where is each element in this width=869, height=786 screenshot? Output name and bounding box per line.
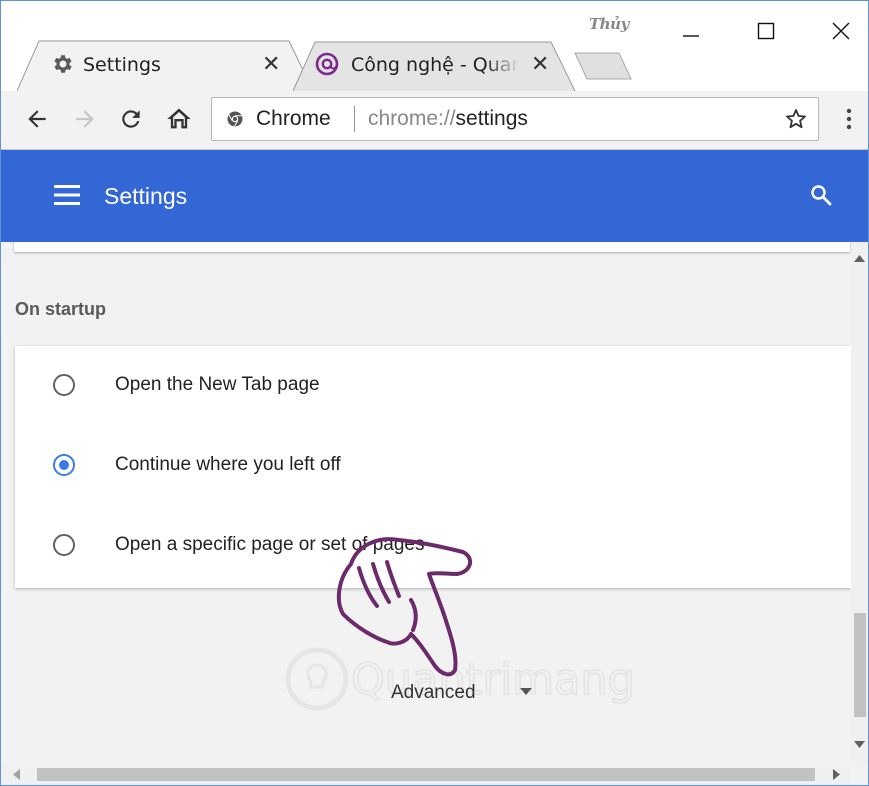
startup-option-new-tab[interactable]: Open the New Tab page (15, 346, 851, 426)
section-title-on-startup: On startup (15, 299, 107, 319)
url-path: settings (455, 107, 528, 130)
hamburger-menu-icon[interactable] (54, 184, 80, 211)
address-bar[interactable]: Chrome chrome://settings (211, 97, 819, 141)
page-title: Settings (104, 183, 188, 209)
more-vert-icon (846, 108, 852, 130)
close-icon (832, 22, 850, 40)
radio-button[interactable] (53, 374, 75, 396)
previous-section-card (14, 242, 850, 252)
reload-icon (122, 110, 140, 128)
horizontal-scrollbar-thumb[interactable] (37, 768, 815, 781)
vertical-scrollbar-thumb[interactable] (854, 613, 866, 717)
tab-cong-nghe[interactable]: Công nghệ - Quan ✕ (293, 39, 585, 91)
scroll-up-arrow-icon[interactable] (854, 255, 865, 263)
gear-icon (50, 52, 74, 81)
omnibox-separator (354, 106, 355, 132)
startup-option-continue[interactable]: Continue where you left off (15, 426, 851, 506)
scroll-right-arrow-icon[interactable] (833, 769, 841, 780)
browser-window: Settings ✕ Công nghệ - Quan ✕ Thủy Chrom… (0, 0, 869, 786)
back-button[interactable] (21, 103, 53, 135)
title-bar: Settings ✕ Công nghệ - Quan ✕ Thủy (1, 1, 868, 91)
option-label: Continue where you left off (115, 454, 341, 475)
radio-button-selected[interactable] (53, 454, 75, 476)
arrow-left-icon (28, 110, 46, 128)
scroll-left-arrow-icon[interactable] (13, 769, 21, 780)
profile-name[interactable]: Thủy (589, 15, 629, 33)
bookmark-star-icon[interactable] (784, 107, 808, 136)
reload-button[interactable] (115, 103, 147, 135)
pointing-hand-icon (336, 537, 473, 677)
close-icon[interactable]: ✕ (531, 51, 549, 77)
tab-title: Settings (83, 54, 161, 76)
home-icon (167, 108, 191, 129)
tab-title: Công nghệ - Quan (351, 54, 519, 76)
chrome-icon (226, 110, 244, 133)
close-icon[interactable]: ✕ (262, 51, 280, 77)
maximize-icon (757, 22, 775, 40)
minimize-button[interactable] (671, 13, 711, 49)
arrow-down-icon[interactable] (520, 688, 532, 696)
option-label: Open the New Tab page (115, 374, 320, 395)
site-favicon-icon (315, 52, 339, 81)
arrow-right-icon (76, 110, 94, 128)
search-icon[interactable] (809, 183, 833, 212)
home-button[interactable] (163, 103, 195, 135)
omnibox-url[interactable]: chrome://settings (368, 107, 528, 131)
advanced-button[interactable]: Advanced (391, 682, 476, 704)
settings-content: On startup Open the New Tab page Continu… (1, 242, 851, 765)
url-scheme: chrome:// (368, 107, 456, 130)
new-tab-button[interactable] (573, 51, 635, 86)
tab-settings[interactable]: Settings ✕ (17, 39, 317, 91)
radio-button[interactable] (53, 534, 75, 556)
scroll-down-arrow-icon[interactable] (854, 741, 865, 749)
maximize-button[interactable] (746, 13, 786, 49)
minimize-icon (683, 35, 699, 37)
omnibox-chip: Chrome (256, 107, 331, 130)
menu-button[interactable] (833, 103, 865, 135)
forward-button[interactable] (69, 103, 101, 135)
settings-header: Settings (1, 150, 868, 242)
toolbar: Chrome chrome://settings (1, 91, 868, 150)
window-close-button[interactable] (821, 13, 861, 49)
